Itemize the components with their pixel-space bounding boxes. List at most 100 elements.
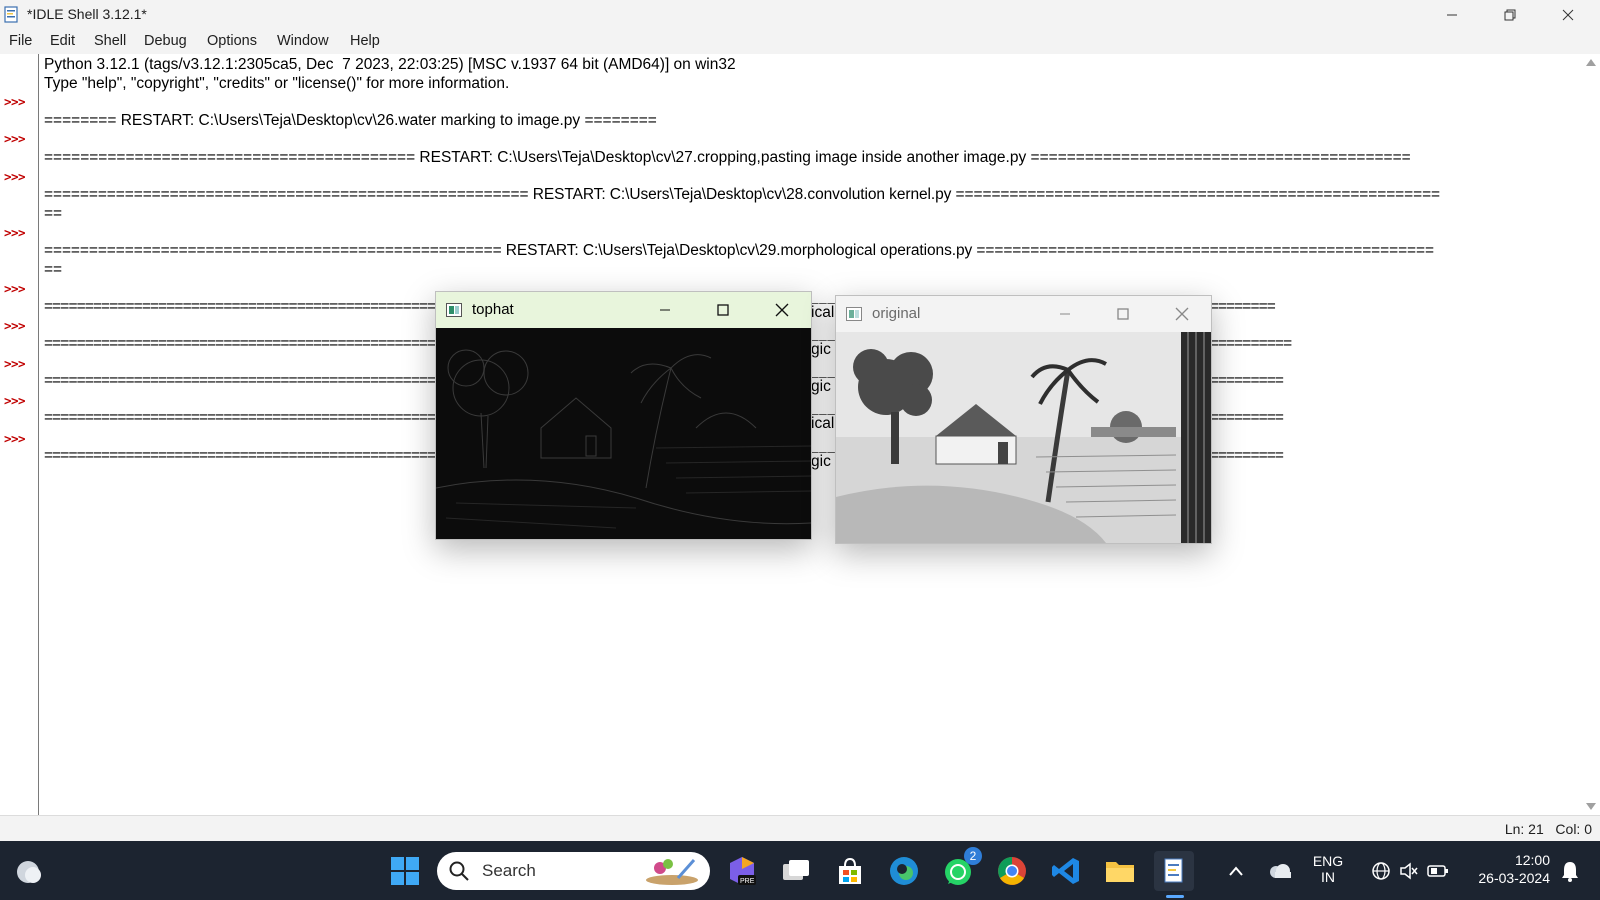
original-window-title: original [872,305,921,322]
taskbar-search[interactable]: Search [437,852,710,890]
language-indicator[interactable]: ENG IN [1308,853,1348,885]
shell-prompt: >>> [4,393,26,408]
shell-line: Type "help", "copyright", "credits" or "… [44,75,510,92]
taskbar-copilot-pre[interactable]: PRE [722,851,762,891]
status-bar: Ln: 21 Col: 0 [0,815,1600,842]
shell-line: == [44,261,63,278]
region-code: IN [1321,869,1335,885]
opencv-window-icon [846,307,862,321]
original-title-bar[interactable]: original [836,296,1211,332]
window-title: *IDLE Shell 3.12.1* [27,6,147,22]
shell-text-fragment: ical [811,415,835,433]
scroll-down-icon[interactable] [1586,803,1596,810]
shell-prompt: >>> [4,281,26,296]
shell-text-fragment: gic [811,453,835,471]
taskbar-edge[interactable] [884,851,924,891]
show-hidden-icons-button[interactable] [1222,851,1250,891]
menu-window[interactable]: Window [277,33,329,49]
onedrive-cloud-icon [1270,864,1291,878]
task-view-icon [783,860,809,880]
shell-prompt: >>> [4,318,26,333]
network-globe-icon [1372,862,1390,880]
close-icon [1562,9,1574,21]
edge-browser-icon [890,857,918,885]
taskbar-chrome[interactable] [992,851,1032,891]
menu-shell[interactable]: Shell [94,33,126,49]
scroll-up-icon[interactable] [1586,59,1596,66]
shell-prompt: >>> [4,356,26,371]
restore-icon [1504,9,1516,21]
notification-badge: 2 [964,847,982,865]
title-bar: *IDLE Shell 3.12.1* [0,0,1600,30]
prompt-gutter: >>> >>> >>> >>> >>> >>> >>> >>> >>> [0,54,39,815]
copilot-preview-icon: PRE [730,857,756,885]
weather-widget[interactable] [8,851,48,891]
menu-bar: File Edit Shell Debug Options Window Hel… [0,30,1600,55]
minimize-icon [1060,313,1070,315]
shell-line: Python 3.12.1 (tags/v3.12.1:2305ca5, Dec… [44,56,736,73]
close-icon [775,303,789,317]
store-icon [839,857,861,884]
shell-line: ========================================… [44,242,1434,259]
close-button[interactable] [1539,0,1597,30]
menu-help[interactable]: Help [350,33,380,49]
menu-options[interactable]: Options [207,33,257,49]
shell-prompt: >>> [4,94,26,109]
original-close-button[interactable] [1153,296,1211,332]
close-icon [1175,307,1189,321]
language-code: ENG [1312,853,1344,869]
folder-icon [1106,862,1134,882]
onedrive-tray[interactable] [1264,851,1296,891]
active-indicator [1166,895,1184,898]
windows-logo-icon [391,857,419,885]
chrome-browser-icon [998,857,1026,885]
cursor-position: Ln: 21 Col: 0 [1504,821,1592,837]
tophat-maximize-button[interactable] [694,292,752,328]
minimize-icon [1447,14,1457,16]
taskbar: Search PRE 2 ENG IN 12:00 26-03-2024 [0,841,1600,900]
vscode-icon [1052,858,1079,884]
chevron-up-icon [1229,866,1243,876]
shell-prompt: >>> [4,225,26,240]
tophat-title-bar[interactable]: tophat [436,292,811,328]
original-image [836,332,1211,543]
taskbar-vscode[interactable] [1046,851,1086,891]
system-status-tray[interactable] [1360,851,1460,891]
shell-prompt: >>> [4,169,26,184]
taskbar-whatsapp[interactable]: 2 [938,847,982,891]
shell-text-fragment: gic [811,341,835,359]
menu-debug[interactable]: Debug [144,33,187,49]
taskbar-idle[interactable] [1154,851,1194,898]
menu-edit[interactable]: Edit [50,33,75,49]
notifications-button[interactable] [1556,851,1584,891]
tophat-minimize-button[interactable] [636,292,694,328]
shell-text-fragment: ical [811,304,835,322]
tophat-window[interactable]: tophat [435,291,812,540]
original-minimize-button[interactable] [1036,296,1094,332]
restore-button[interactable] [1481,0,1539,30]
original-window[interactable]: original [835,295,1212,544]
shell-text-fragment: gic [811,378,835,396]
shell-line: ========================================… [44,186,1441,203]
idle-python-icon [1164,858,1183,883]
shell-line: ========================================… [44,149,1411,166]
minimize-button[interactable] [1423,0,1481,30]
search-label: Search [482,861,536,880]
vertical-scrollbar[interactable] [1581,54,1600,815]
shell-prompt: >>> [4,431,26,446]
taskbar-microsoft-store[interactable] [830,851,870,891]
original-maximize-button[interactable] [1094,296,1152,332]
tophat-image [436,328,811,539]
battery-icon [1427,865,1448,877]
taskbar-file-explorer[interactable] [1100,851,1140,891]
tophat-close-button[interactable] [753,292,811,328]
maximize-icon [717,304,729,316]
svg-text:PRE: PRE [740,878,755,885]
clock[interactable]: 12:00 26-03-2024 [1464,852,1550,886]
menu-file[interactable]: File [9,33,32,49]
start-button[interactable] [385,851,425,891]
taskbar-task-view[interactable] [776,851,816,891]
shell-prompt: >>> [4,131,26,146]
opencv-window-icon [446,303,462,317]
cloud-weather-icon [17,861,41,883]
